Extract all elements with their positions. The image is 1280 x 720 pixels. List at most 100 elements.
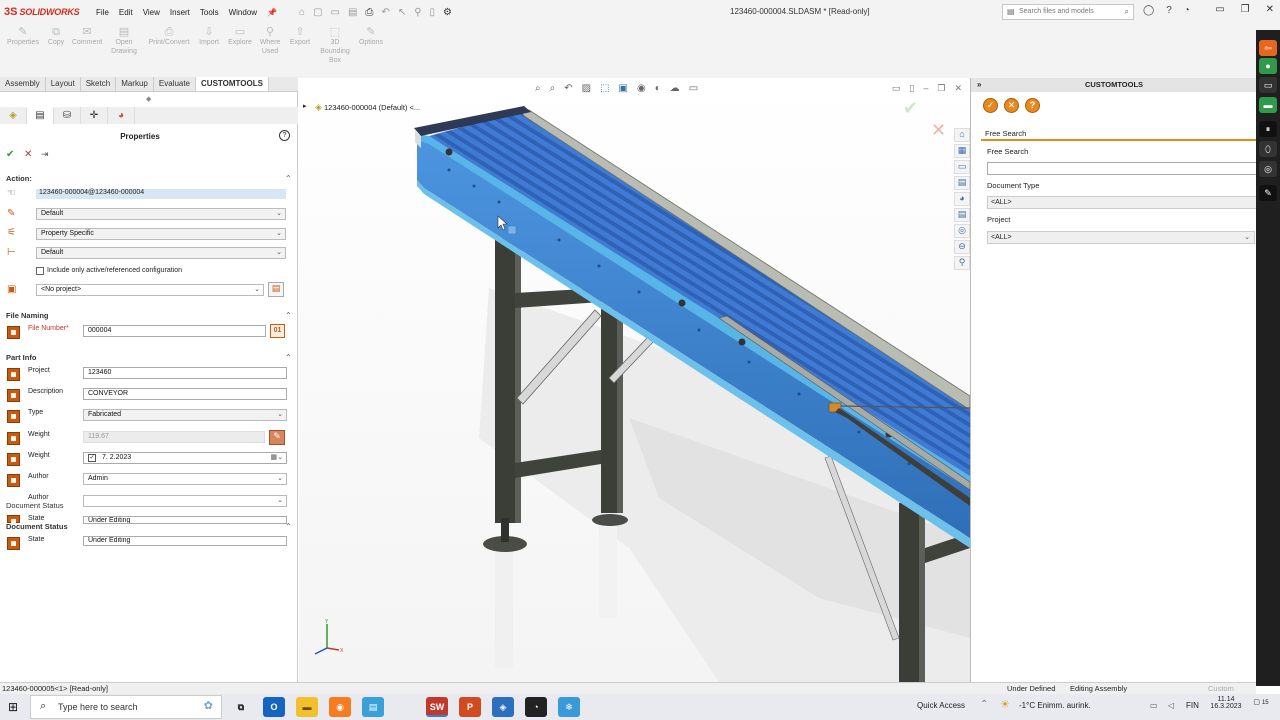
powerpoint-icon[interactable]: P (459, 697, 481, 717)
date-check-icon[interactable]: ✓ (88, 454, 96, 462)
help-button[interactable]: ? (1025, 98, 1040, 113)
display-manager-icon[interactable]: ◕ (108, 107, 135, 124)
property-manager-icon[interactable]: ▤ (27, 107, 54, 124)
tab-markup[interactable]: Markup (116, 77, 154, 91)
project-select[interactable]: <No project> ⌄ (36, 284, 264, 296)
menu-window[interactable]: Window (229, 8, 257, 17)
collapse-toolbar-icon[interactable]: ⇦ (1259, 40, 1277, 56)
quick-access-label[interactable]: Quick Access (917, 701, 965, 710)
cancel-button[interactable]: ✕ (1004, 98, 1019, 113)
author-select[interactable]: Admin ⌄ (83, 473, 287, 485)
menu-insert[interactable]: Insert (170, 8, 190, 17)
home-icon[interactable]: ⌂ (299, 7, 305, 18)
file-explorer-icon[interactable]: ▬ (296, 697, 318, 717)
viewport-restore-icon[interactable]: ❐ (937, 83, 945, 94)
view-palette-icon[interactable]: ▤ (954, 176, 970, 190)
properties-command[interactable]: ✎ Properties (4, 27, 42, 47)
export-command[interactable]: ⇧ Export (286, 27, 314, 47)
tab-layout[interactable]: Layout (46, 77, 81, 91)
file-properties-icon[interactable]: ▯ (430, 7, 436, 18)
tab-customtools[interactable]: CUSTOMTOOLS (196, 77, 269, 91)
edit-appearance-icon[interactable]: ◐ (655, 83, 661, 94)
search-input[interactable]: ▤ Search files and models ⌕ (1002, 4, 1134, 20)
display-style-icon[interactable]: ▣ (619, 83, 628, 94)
zoom-fit-icon[interactable]: ⌕ (535, 83, 541, 94)
panel-handle-icon[interactable]: ◆ (146, 95, 151, 103)
select-icon[interactable]: ↖ (398, 7, 406, 18)
view-orientation-icon[interactable]: ⬚ (600, 83, 609, 94)
open-drawing-command[interactable]: ▤ Open Drawing (107, 27, 141, 56)
type-select[interactable]: Fabricated ⌄ (83, 409, 287, 421)
solidworks-logo[interactable]: 3S SOLIDWORKS (4, 6, 88, 18)
dimxpert-icon[interactable]: ✛ (81, 107, 108, 124)
solidworks-forum-icon[interactable]: ◎ (954, 224, 970, 238)
description-field[interactable]: CONVEYOR (83, 388, 287, 400)
ok-button[interactable]: ✓ (983, 98, 998, 113)
restore-icon[interactable]: ❐ (1241, 4, 1250, 15)
app-icon[interactable]: ▤ (362, 697, 384, 717)
print-convert-command[interactable]: ⎙ Print/Convert (144, 27, 194, 47)
customtools-pane-icon[interactable]: ⊖ (954, 240, 970, 254)
clock[interactable]: 11.14 16.3.2023 (1208, 696, 1244, 710)
tab-sketch[interactable]: Sketch (81, 77, 117, 91)
minimize-icon[interactable]: ▭ (1215, 4, 1224, 15)
record-icon[interactable]: ▬ (1259, 97, 1277, 113)
close-icon[interactable]: ✕ (1266, 4, 1274, 15)
undo-icon[interactable]: ↶ (381, 7, 389, 18)
help-icon[interactable]: ? (1166, 5, 1172, 16)
draw-icon[interactable]: ✎ (1259, 185, 1277, 201)
tab-evaluate[interactable]: Evaluate (154, 77, 197, 91)
view-settings-icon[interactable]: ▭ (689, 83, 698, 94)
feature-tree-root[interactable]: ▸ ◈ 123460-000004 (Default) <... (303, 102, 420, 113)
calendar-icon[interactable]: ▦⌄ (271, 453, 283, 461)
confirm-cancel-icon[interactable]: ✕ (931, 120, 946, 141)
browse-project-button[interactable]: ▤ (268, 282, 284, 297)
previous-view-icon[interactable]: ↶ (564, 83, 572, 94)
home-pane-icon[interactable]: ⌂ (954, 128, 970, 142)
firefox-icon[interactable]: ◉ (329, 697, 351, 717)
options-command[interactable]: ✎ Options (354, 27, 388, 47)
solidworks-taskbar-icon[interactable]: SW (426, 697, 448, 717)
menu-file[interactable]: File (96, 8, 109, 17)
hide-show-icon[interactable]: ◉ (637, 83, 646, 94)
search-scope-icon[interactable]: ▤ (1007, 7, 1015, 16)
expand-arrow-icon[interactable]: ▸ (303, 102, 307, 110)
status-units[interactable]: Custom (1208, 684, 1234, 693)
custom-properties-icon[interactable]: ▤ (954, 208, 970, 222)
viewport-split-icon[interactable]: ▯ (909, 83, 914, 94)
project-select[interactable]: <ALL> ⌄ (987, 231, 1255, 244)
app-blue-icon[interactable]: ◈ (492, 697, 514, 717)
cancel-icon[interactable]: ✕ (24, 149, 32, 160)
weather-text[interactable]: -1°C Enimm. aurink. (1019, 701, 1091, 710)
notification-center[interactable]: ▢ 15 (1252, 698, 1270, 706)
collapse-file-naming-icon[interactable]: ⌃ (285, 311, 292, 320)
copy-command[interactable]: ⧉ Copy (42, 27, 70, 47)
user-icon[interactable]: ◯ (1143, 5, 1154, 16)
rebuild-icon[interactable]: ⚲ (414, 7, 421, 18)
pin-icon[interactable]: 📌 (267, 8, 277, 17)
appearances-icon[interactable]: ◕ (954, 192, 970, 206)
configuration-reference[interactable]: 123460-000004@123460-000004 (36, 189, 286, 199)
config-default-select[interactable]: Default ⌄ (36, 247, 286, 259)
new-icon[interactable]: ▢ (313, 7, 322, 18)
mouse-icon[interactable]: ⬯ (1259, 141, 1277, 157)
bounding-box-command[interactable]: ⬚ 3D Bounding Box (318, 27, 352, 65)
taskbar-search[interactable]: ⌕ Type here to search ✿ (30, 695, 222, 719)
weather-icon[interactable]: ☀ (1000, 698, 1010, 711)
app-snowflake-icon[interactable]: ❄ (558, 697, 580, 717)
tab-free-search[interactable]: Free Search (981, 128, 1257, 141)
camera-icon[interactable]: ▭ (1259, 77, 1277, 93)
chevron-up-icon[interactable]: ⌃ (980, 699, 988, 710)
collapse-part-info-icon[interactable]: ⌃ (285, 353, 292, 362)
generate-number-button[interactable]: 01 (270, 324, 285, 338)
search-pane-icon[interactable]: ⚲ (954, 256, 970, 270)
volume-icon[interactable]: ◁ (1168, 701, 1174, 710)
explore-command[interactable]: ▭ Explore (225, 27, 255, 47)
graphics-area[interactable]: Y X ▸ ◈ 123460-000004 (Default) <... ⌕ ⌕… (299, 78, 970, 682)
confirm-ok-icon[interactable]: ✔ (903, 98, 918, 119)
menu-tools[interactable]: Tools (200, 8, 219, 17)
tab-assembly[interactable]: Assembly (0, 77, 46, 91)
pause-icon[interactable]: ⏸ (1259, 121, 1277, 137)
collapse-action-icon[interactable]: ⌃ (285, 174, 292, 183)
file-explorer-icon[interactable]: ▭ (954, 160, 970, 174)
